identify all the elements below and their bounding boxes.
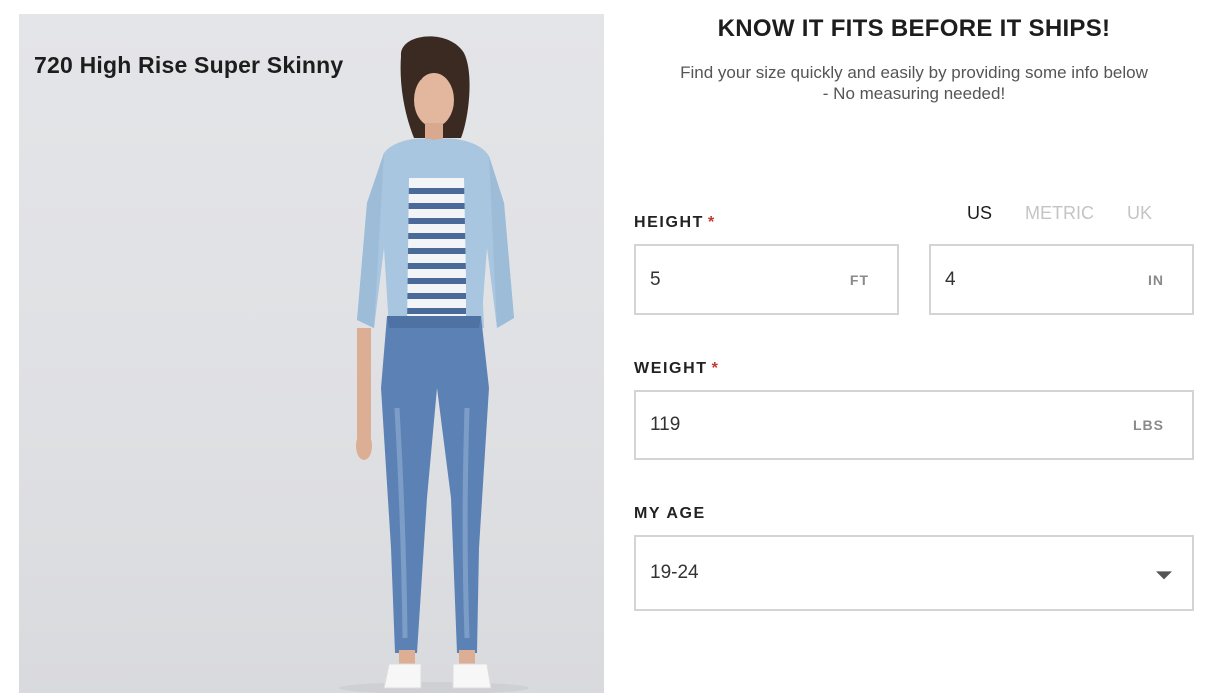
height-inches-unit: IN (1148, 271, 1164, 288)
unit-option-metric[interactable]: METRIC (1025, 203, 1094, 223)
height-feet-value: 5 (650, 268, 661, 290)
height-label: HEIGHT * (634, 214, 715, 231)
weight-label: WEIGHT * (634, 360, 718, 377)
age-selected-value: 19-24 (650, 562, 699, 583)
weight-value: 119 (650, 414, 681, 435)
weight-unit: LBS (1133, 417, 1164, 433)
height-inches-input[interactable]: 4 IN (929, 244, 1194, 315)
weight-required-mark: * (711, 360, 718, 377)
product-image-panel: 720 High Rise Super Skinny (19, 14, 604, 693)
fit-subhead-line-2: - No measuring needed! (822, 84, 1006, 103)
fit-finder-page: 720 High Rise Super Skinny KNOW IT FITS … (0, 0, 1208, 693)
model-photo (339, 36, 529, 693)
unit-system-toggle: US METRIC UK (967, 203, 1180, 224)
unit-option-uk[interactable]: UK (1127, 203, 1152, 223)
height-required-mark: * (708, 214, 715, 231)
age-select[interactable]: 19-24 (634, 535, 1194, 611)
fit-subhead-line-1: Find your size quickly and easily by pro… (680, 63, 1148, 82)
unit-option-us[interactable]: US (967, 203, 992, 223)
weight-input[interactable]: 119 LBS (634, 390, 1194, 460)
fit-subhead: Find your size quickly and easily by pro… (650, 62, 1178, 104)
height-feet-unit: FT (849, 271, 869, 288)
product-title: 720 High Rise Super Skinny (34, 52, 344, 78)
height-inches-value: 4 (945, 268, 956, 290)
chevron-down-icon (1156, 571, 1172, 580)
age-label: MY AGE (634, 505, 706, 522)
fit-headline: KNOW IT FITS BEFORE IT SHIPS! (717, 15, 1111, 42)
fit-form-panel: KNOW IT FITS BEFORE IT SHIPS! Find your … (620, 0, 1208, 693)
height-feet-input[interactable]: 5 FT (634, 244, 899, 315)
